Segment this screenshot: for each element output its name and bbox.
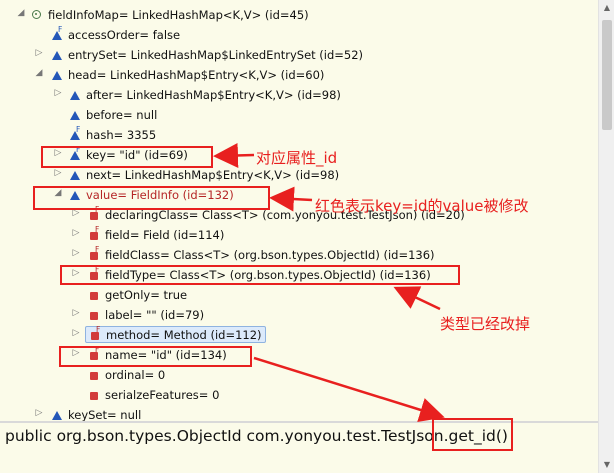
collapse-toggle-icon[interactable]: ◢ — [33, 67, 45, 79]
final-field-icon: F — [50, 25, 64, 42]
tree-row-after[interactable]: ▷ after= LinkedHashMap$Entry<K,V> (id=98… — [0, 84, 598, 104]
tree-row-field[interactable]: ▷ F field= Field (id=114) — [0, 224, 598, 244]
tree-row-head[interactable]: ◢ head= LinkedHashMap$Entry<K,V> (id=60) — [0, 64, 598, 84]
expand-toggle-icon[interactable]: ▷ — [70, 247, 82, 259]
private-field-icon — [87, 288, 101, 302]
field-icon — [68, 108, 82, 122]
annotation-value-note: 红色表示key=id的value被修改 — [315, 197, 529, 215]
expand-toggle-icon[interactable]: ▷ — [52, 167, 64, 179]
highlight-box-fieldtype — [60, 265, 460, 285]
variable-label: next= LinkedHashMap$Entry<K,V> (id=98) — [86, 167, 340, 182]
highlight-box-name — [59, 346, 252, 367]
highlight-box-value — [33, 186, 270, 210]
collapse-toggle-icon[interactable]: ◢ — [15, 7, 27, 19]
variable-label: label= "" (id=79) — [105, 307, 205, 322]
variable-label: keySet= null — [68, 407, 142, 422]
variable-label: serialzeFeatures= 0 — [105, 387, 220, 402]
annotation-key-note: 对应属性_id — [256, 149, 338, 167]
expand-toggle-icon[interactable]: ▷ — [33, 47, 45, 59]
private-field-icon — [87, 308, 101, 322]
private-final-field-icon: F — [87, 225, 101, 242]
final-field-icon: F — [68, 125, 82, 142]
expand-toggle-icon[interactable]: ▷ — [33, 407, 45, 419]
variable-label: method= Method (id=112) — [106, 327, 262, 342]
tree-row-fieldclass[interactable]: ▷ F fieldClass= Class<T> (org.bson.types… — [0, 244, 598, 264]
expand-toggle-icon[interactable]: ▷ — [70, 307, 82, 319]
highlight-box-key — [41, 146, 213, 168]
private-final-field-icon: F — [88, 325, 102, 342]
tree-row-getonly[interactable]: getOnly= true — [0, 284, 598, 304]
variable-label: entrySet= LinkedHashMap$LinkedEntrySet (… — [68, 47, 364, 62]
variable-label: ordinal= 0 — [105, 367, 166, 382]
annotation-fieldtype-note: 类型已经改掉 — [440, 315, 531, 333]
tree-row-accessorder[interactable]: F accessOrder= false — [0, 24, 598, 44]
variable-label: fieldInfoMap= LinkedHashMap<K,V> (id=45) — [48, 7, 309, 22]
scroll-up-icon[interactable]: ▲ — [599, 0, 614, 16]
expand-toggle-icon[interactable]: ▷ — [70, 227, 82, 239]
variable-label: field= Field (id=114) — [105, 227, 225, 242]
variable-label: fieldClass= Class<T> (org.bson.types.Obj… — [105, 247, 435, 262]
map-field-icon — [30, 8, 44, 22]
variable-label: after= LinkedHashMap$Entry<K,V> (id=98) — [86, 87, 341, 102]
vertical-scrollbar[interactable]: ▲ ▼ — [598, 0, 614, 473]
variable-label: before= null — [86, 107, 158, 122]
tree-row-ordinal[interactable]: ordinal= 0 — [0, 364, 598, 384]
field-icon — [68, 88, 82, 102]
variable-label: hash= 3355 — [86, 127, 157, 142]
variable-label: head= LinkedHashMap$Entry<K,V> (id=60) — [68, 67, 325, 82]
tree-row-fieldinfomap[interactable]: ◢ fieldInfoMap= LinkedHashMap<K,V> (id=4… — [0, 4, 598, 24]
scroll-down-icon[interactable]: ▼ — [599, 457, 614, 473]
tree-row-serialzefeatures[interactable]: serialzeFeatures= 0 — [0, 384, 598, 404]
field-icon — [68, 168, 82, 182]
variable-label: accessOrder= false — [68, 27, 181, 42]
private-field-icon — [87, 388, 101, 402]
field-icon — [50, 408, 64, 422]
scroll-thumb[interactable] — [602, 20, 612, 130]
variable-label: getOnly= true — [105, 287, 188, 302]
tree-row-hash[interactable]: F hash= 3355 — [0, 124, 598, 144]
tree-row-entryset[interactable]: ▷ entrySet= LinkedHashMap$LinkedEntrySet… — [0, 44, 598, 64]
private-final-field-icon: F — [87, 245, 101, 262]
expand-toggle-icon[interactable]: ▷ — [70, 327, 82, 339]
tree-row-before[interactable]: before= null — [0, 104, 598, 124]
highlight-box-getid — [432, 418, 513, 451]
field-icon — [50, 48, 64, 62]
field-icon — [50, 68, 64, 82]
expand-toggle-icon[interactable]: ▷ — [52, 87, 64, 99]
private-field-icon — [87, 368, 101, 382]
